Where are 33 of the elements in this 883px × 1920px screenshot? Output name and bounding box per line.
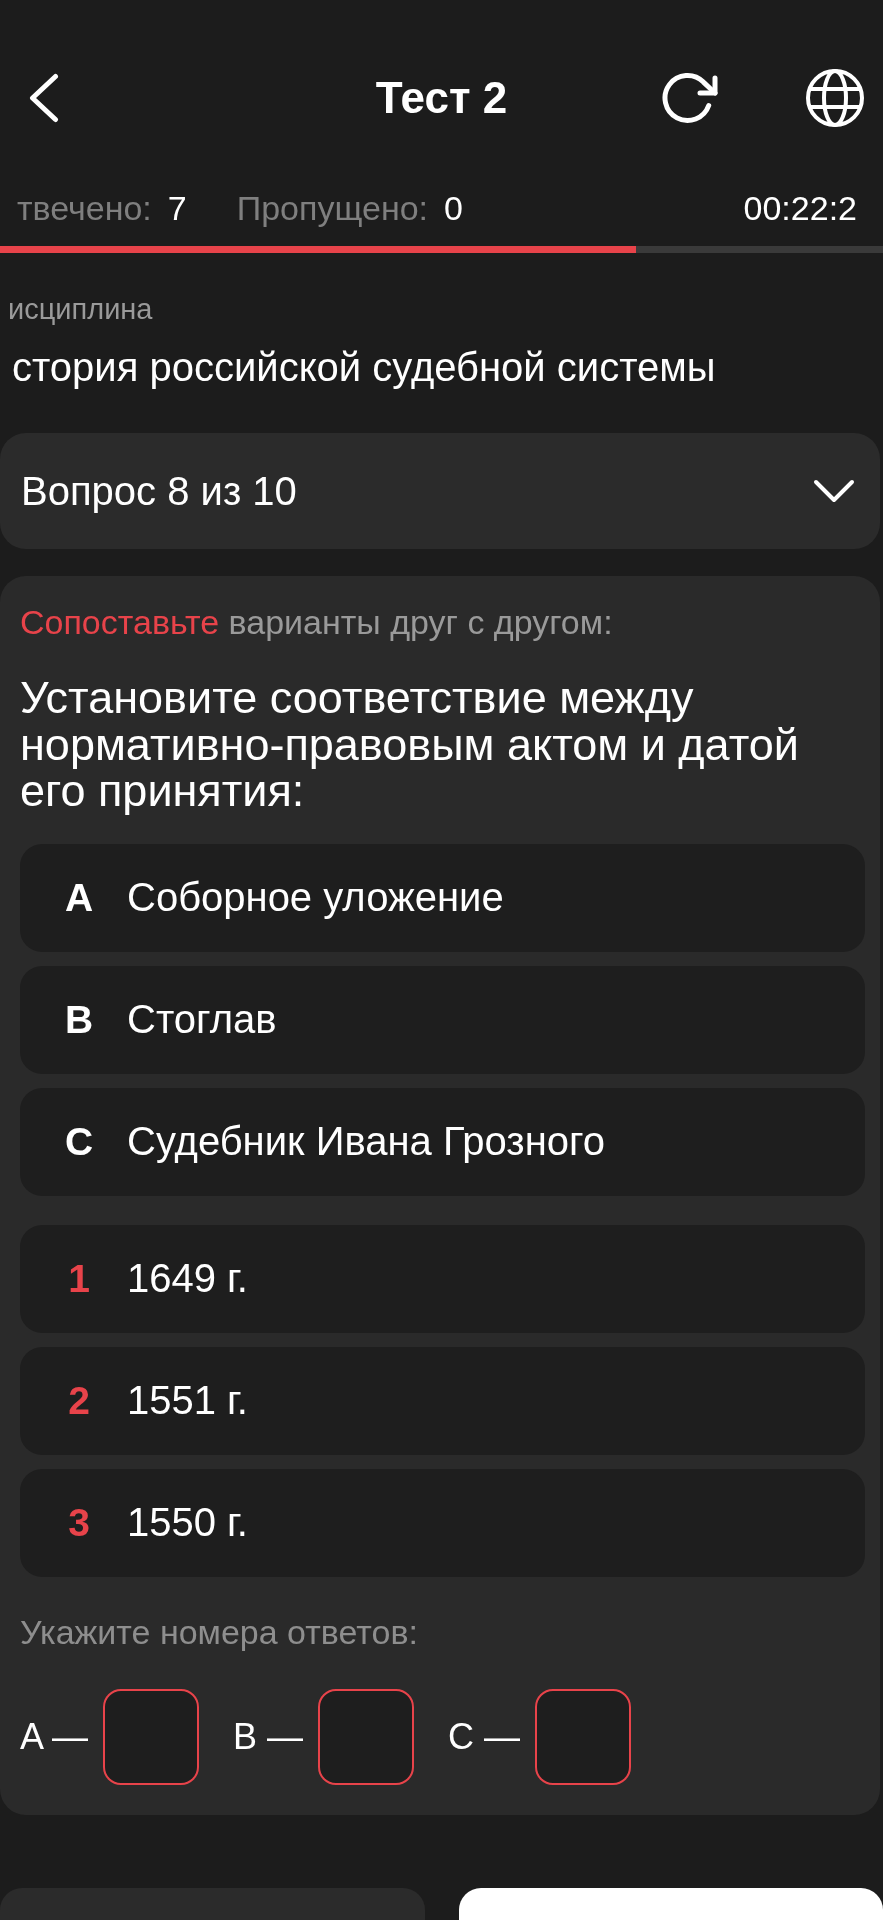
discipline-label: исциплина [7, 292, 154, 326]
option-text: Стоглав [127, 997, 277, 1042]
timer: 00:22:2 [743, 188, 857, 228]
match-text: 1551 г. [127, 1378, 248, 1423]
option-key: A [64, 875, 94, 920]
skipped-count: 0 [444, 188, 463, 228]
question-dropdown[interactable]: Вопрос 8 из 10 [0, 433, 880, 549]
discipline-name: стория российской судебной системы [11, 344, 717, 390]
answered-label: твечено: [17, 188, 152, 228]
match-number: 3 [67, 1500, 91, 1545]
slot-label: B — [233, 1715, 304, 1758]
match-text: 1649 г. [127, 1256, 248, 1301]
answered-count: 7 [167, 188, 187, 228]
instruction-text: Сопоставьте варианты друг с другом: [20, 602, 614, 642]
option-text: Судебник Ивана Грозного [127, 1119, 605, 1164]
refresh-icon[interactable] [662, 72, 718, 124]
match-number: 2 [67, 1378, 91, 1423]
option-text: Соборное уложение [127, 875, 504, 920]
skipped-label: Пропущено: [236, 188, 429, 228]
option-key: B [64, 997, 94, 1042]
option-key: C [64, 1119, 94, 1164]
back-icon[interactable] [29, 73, 59, 123]
answer-input[interactable] [535, 1688, 632, 1785]
screen-title: Тест 2 [375, 72, 508, 124]
answer-prompt: Укажите номера ответов: [20, 1611, 419, 1652]
slot-label: C — [448, 1715, 521, 1758]
match-text: 1550 г. [127, 1500, 248, 1545]
globe-icon[interactable] [806, 69, 864, 127]
slot-label: A — [20, 1715, 89, 1758]
match-number: 1 [67, 1256, 91, 1301]
answer-input[interactable] [318, 1688, 415, 1785]
question-text: Установите соответствие между нормативно-правовым актом и датой его принятия: [20, 675, 800, 815]
answer-input[interactable] [103, 1688, 200, 1785]
